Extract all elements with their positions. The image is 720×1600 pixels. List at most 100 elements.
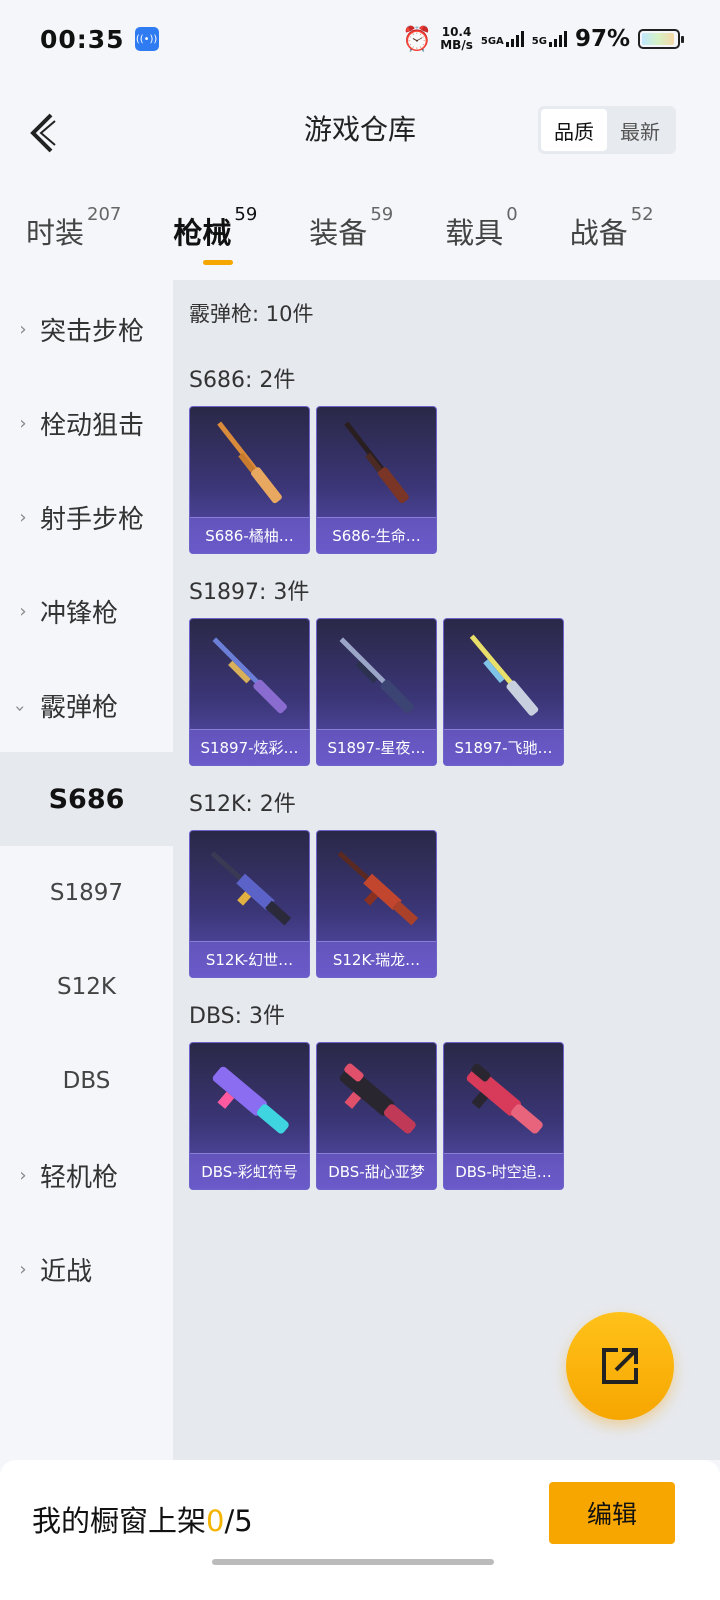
shotgun-image [466,1063,543,1134]
sidebar-sub-s1897[interactable]: S1897 [0,846,173,940]
tab-label: 时装 [26,216,85,250]
weapon-card-name: DBS-彩虹符号 [190,1153,309,1189]
sidebar-sub-s686[interactable]: S686 [0,752,173,846]
shotgun-image [344,421,409,504]
signal-label-1: 5GA [480,36,504,47]
weapon-card[interactable]: S1897-星夜… [316,618,437,766]
chevron-right-icon: › [19,600,27,622]
weapon-card[interactable]: S1897-炫彩… [189,618,310,766]
shotgun-image [217,421,282,504]
weapon-card-name: S12K-幻世… [190,941,309,977]
weapon-card[interactable]: S1897-飞驰… [443,618,564,766]
tab-label: 枪械 [173,216,232,250]
sort-quality-button[interactable]: 品质 [541,109,607,151]
sidebar-item-label: 突击步枪 [40,316,145,347]
weapon-card-name: S12K-瑞龙… [317,941,436,977]
status-bar: 00:35 ((•)) ⏰ 10.4 MB/s 5GA 5G 97% [0,0,720,78]
share-icon [602,1348,638,1384]
weapon-card[interactable]: DBS-彩虹符号 [189,1042,310,1190]
showcase-bar: 我的橱窗上架0/5 编辑 [0,1460,720,1600]
weapon-card-name: S686-橘柚… [190,517,309,553]
sidebar-item-label: 栓动狙击 [40,410,145,441]
sidebar-item-melee[interactable]: › 近战 [0,1222,173,1316]
battery-icon [638,29,684,49]
shotgun-image [212,637,287,714]
showcase-total: /5 [224,1504,253,1538]
tab-count: 52 [630,204,654,226]
sidebar-item-label: 霰弹枪 [40,692,119,723]
chevron-right-icon: › [19,318,27,340]
weapon-card-name: S686-生命… [317,517,436,553]
app-header: 游戏仓库 品质 最新 [0,78,720,188]
sidebar-item-shotgun[interactable]: › 霰弹枪 [0,658,173,752]
shotgun-image [337,851,419,926]
shotgun-image [339,1063,416,1134]
weapon-list: 霰弹枪: 10件 S686: 2件 S686-橘柚… S686-生命… S189… [173,280,720,1460]
tab-count: 0 [506,204,518,226]
chevron-right-icon: › [19,506,27,528]
tab-supplies[interactable]: 战备52 [570,196,654,276]
shotgun-total: 霰弹枪: 10件 [189,302,314,326]
share-fab-button[interactable] [566,1312,674,1420]
sort-toggle: 品质 最新 [538,106,676,154]
weapon-card[interactable]: DBS-甜心亚梦 [316,1042,437,1190]
category-tabs: 时装207 枪械59 装备59 载具0 战备52 [0,196,720,276]
weapon-card[interactable]: S12K-幻世… [189,830,310,978]
tab-equipment[interactable]: 装备59 [309,196,393,276]
sidebar-item-marksman-rifle[interactable]: › 射手步枪 [0,470,173,564]
tab-count: 207 [87,204,122,226]
sort-newest-button[interactable]: 最新 [607,109,673,151]
signal-icon-1: 5GA [481,31,524,47]
status-time: 00:35 [40,24,125,54]
tab-label: 战备 [569,216,628,250]
shotgun-image [469,634,539,716]
chevron-left-icon [30,113,56,153]
sidebar-item-smg[interactable]: › 冲锋枪 [0,564,173,658]
showcase-status: 我的橱窗上架0/5 [32,1498,253,1540]
sidebar-item-bolt-sniper[interactable]: › 栓动狙击 [0,376,173,470]
weapon-card[interactable]: DBS-时空追… [443,1042,564,1190]
tab-count: 59 [234,204,258,226]
chevron-right-icon: › [19,412,27,434]
alarm-icon: ⏰ [402,25,433,53]
sidebar-item-label: 冲锋枪 [40,598,119,629]
sidebar-item-label: 轻机枪 [40,1162,119,1193]
weapon-card-name: S1897-飞驰… [444,729,563,765]
weapon-card-name: S1897-星夜… [317,729,436,765]
shotgun-image [210,851,292,926]
sidebar-item-assault-rifle[interactable]: › 突击步枪 [0,282,173,376]
signal-icon-2: 5G [532,31,567,47]
group-title-s12k: S12K: 2件 [189,792,296,817]
sidebar-item-label: 近战 [40,1256,93,1287]
sidebar-sub-s12k[interactable]: S12K [0,940,173,1034]
sidebar-item-lmg[interactable]: › 轻机枪 [0,1128,173,1222]
group-title-s686: S686: 2件 [189,368,296,393]
tab-count: 59 [370,204,394,226]
shotgun-image [212,1066,289,1134]
chevron-right-icon: › [19,1258,27,1280]
nfc-icon: ((•)) [134,27,159,51]
signal-label-2: 5G [531,36,547,47]
tab-weapons[interactable]: 枪械59 [173,196,257,276]
back-button[interactable] [22,108,62,158]
showcase-label: 我的橱窗上架 [32,1504,207,1538]
group-title-s1897: S1897: 3件 [189,580,310,605]
weapon-card[interactable]: S686-橘柚… [189,406,310,554]
tab-vehicles[interactable]: 载具0 [445,196,517,276]
weapon-card[interactable]: S686-生命… [316,406,437,554]
sidebar-sub-dbs[interactable]: DBS [0,1034,173,1128]
battery-percent: 97% [574,26,630,52]
network-speed-unit: MB/s [440,38,473,52]
tab-fashion[interactable]: 时装207 [26,196,121,276]
tab-label: 载具 [445,216,504,250]
weapon-card[interactable]: S12K-瑞龙… [316,830,437,978]
showcase-count: 0 [206,1504,225,1538]
chevron-right-icon: › [19,1164,27,1186]
edit-button[interactable]: 编辑 [549,1482,675,1544]
home-indicator[interactable] [212,1559,494,1565]
sidebar-item-label: 射手步枪 [40,504,145,535]
group-title-dbs: DBS: 3件 [189,1004,286,1029]
network-speed: 10.4 MB/s [440,26,473,52]
chevron-down-icon: › [9,704,31,712]
weapon-card-name: DBS-时空追… [444,1153,563,1189]
